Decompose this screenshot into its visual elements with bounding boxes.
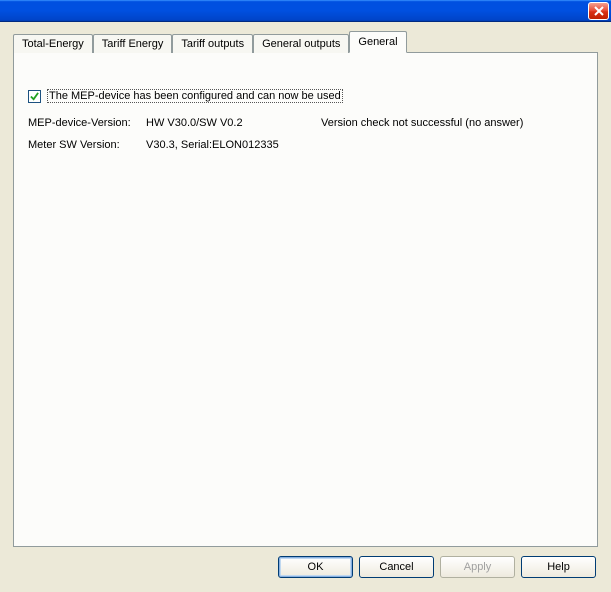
close-button[interactable] (588, 2, 609, 20)
tab-panel-general: The MEP-device has been configured and c… (13, 52, 598, 547)
meter-sw-label: Meter SW Version: (28, 139, 146, 151)
tab-general-outputs[interactable]: General outputs (253, 34, 349, 53)
titlebar (0, 0, 611, 22)
device-version-label: MEP-device-Version: (28, 117, 146, 129)
tab-label: Tariff Energy (102, 38, 164, 50)
tab-general[interactable]: General (349, 31, 406, 53)
tab-strip: Total-Energy Tariff Energy Tariff output… (13, 32, 407, 52)
panel-content: The MEP-device has been configured and c… (28, 65, 583, 536)
configured-checkbox[interactable] (28, 90, 41, 103)
tab-label: General outputs (262, 38, 340, 50)
client-area: Total-Energy Tariff Energy Tariff output… (3, 22, 608, 589)
checkmark-icon (30, 92, 39, 101)
dialog-buttons: OK Cancel Apply Help (278, 556, 596, 578)
cancel-button[interactable]: Cancel (359, 556, 434, 578)
button-label: Cancel (379, 561, 413, 573)
tab-total-energy[interactable]: Total-Energy (13, 34, 93, 53)
tab-label: General (358, 36, 397, 48)
button-label: Apply (464, 561, 492, 573)
tab-tariff-outputs[interactable]: Tariff outputs (172, 34, 253, 53)
version-check-status: Version check not successful (no answer) (321, 117, 523, 129)
dialog-window: Total-Energy Tariff Energy Tariff output… (0, 0, 611, 592)
ok-button[interactable]: OK (278, 556, 353, 578)
button-label: OK (308, 561, 324, 573)
device-version-value: HW V30.0/SW V0.2 (146, 117, 321, 129)
meter-sw-row: Meter SW Version: V30.3, Serial:ELON0123… (28, 139, 583, 151)
tab-label: Total-Energy (22, 38, 84, 50)
help-button[interactable]: Help (521, 556, 596, 578)
tab-tariff-energy[interactable]: Tariff Energy (93, 34, 173, 53)
meter-sw-value: V30.3, Serial:ELON012335 (146, 139, 321, 151)
configured-label: The MEP-device has been configured and c… (47, 89, 343, 103)
close-icon (594, 6, 604, 16)
apply-button: Apply (440, 556, 515, 578)
device-version-row: MEP-device-Version: HW V30.0/SW V0.2 Ver… (28, 117, 583, 129)
tab-label: Tariff outputs (181, 38, 244, 50)
button-label: Help (547, 561, 570, 573)
configured-row: The MEP-device has been configured and c… (28, 89, 583, 103)
